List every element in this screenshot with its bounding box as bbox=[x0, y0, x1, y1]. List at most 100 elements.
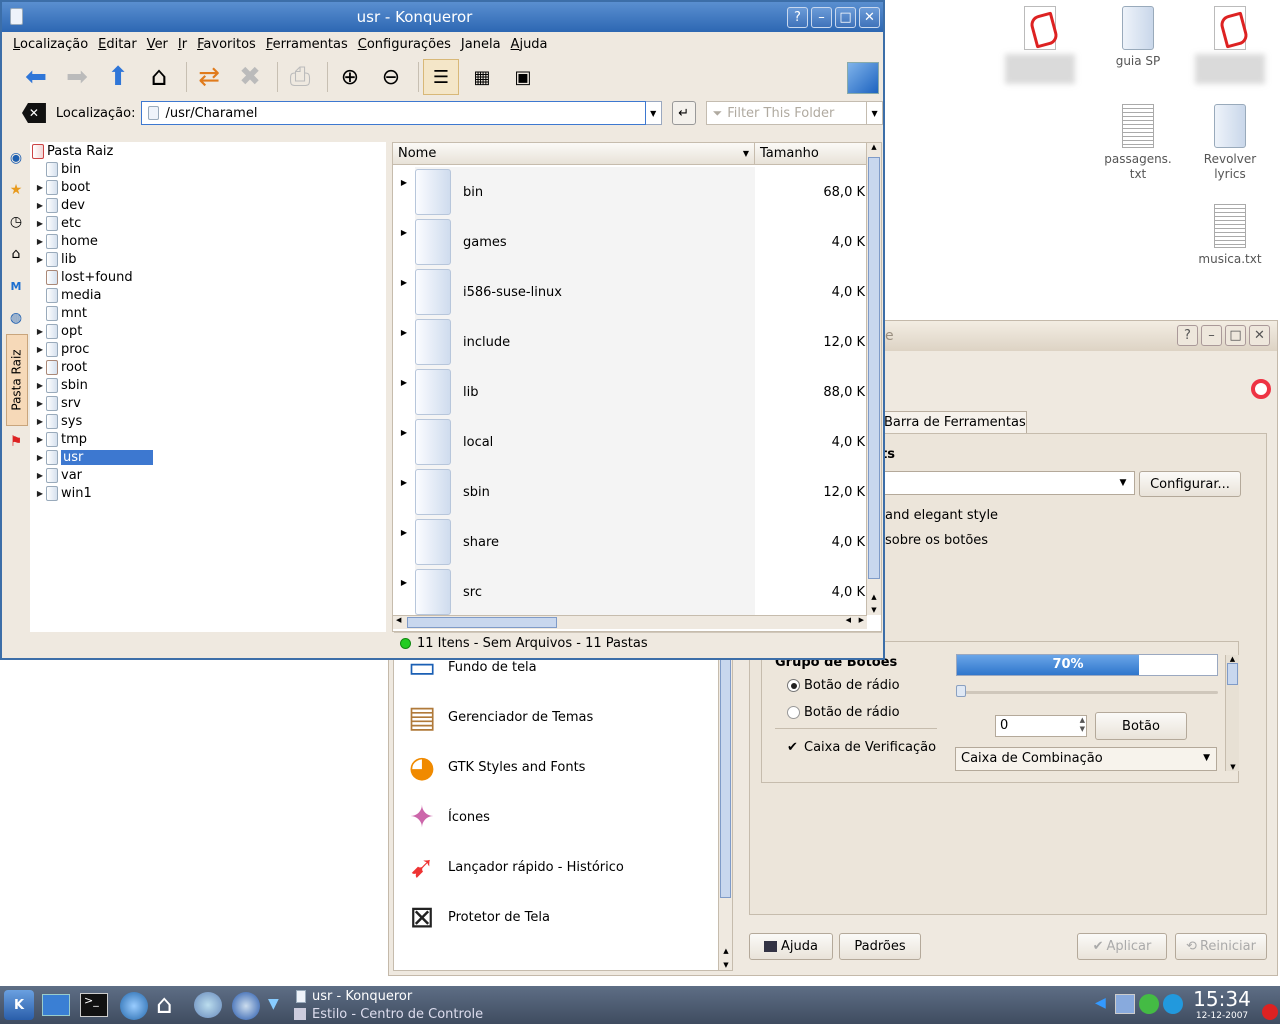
preview-radio-2[interactable]: Botão de rádio bbox=[787, 705, 900, 720]
tree-item-boot[interactable]: ▶ boot bbox=[34, 178, 386, 196]
expand-arrow-icon[interactable]: ▶ bbox=[34, 453, 46, 462]
expand-arrow-icon[interactable]: ▶ bbox=[393, 178, 415, 187]
module-item[interactable]: ▤ Gerenciador de Temas bbox=[394, 692, 732, 742]
tree-item-tmp[interactable]: ▶ tmp bbox=[34, 430, 386, 448]
scroll-down-icon[interactable]: ▼ bbox=[867, 606, 881, 614]
detailed-view-icon[interactable]: ☰ bbox=[423, 59, 459, 95]
module-list[interactable]: ▭ Fundo de tela ▤ Gerenciador de Temas ◕ GTK … bbox=[393, 650, 733, 971]
icon-view-icon[interactable]: ▦ bbox=[464, 59, 500, 95]
tree-item-proc[interactable]: ▶ proc bbox=[34, 340, 386, 358]
scroll-left-icon[interactable]: ◀ bbox=[396, 616, 401, 624]
sidebar-tab-media[interactable]: M bbox=[6, 270, 26, 302]
tree-item-opt[interactable]: ▶ opt bbox=[34, 322, 386, 340]
scroll-thumb[interactable] bbox=[1227, 663, 1238, 685]
scroll-down-icon[interactable]: ▼ bbox=[1226, 763, 1240, 771]
file-row[interactable]: ▶ share 4,0 K bbox=[393, 517, 867, 567]
zoom-in-icon[interactable]: ⊕ bbox=[332, 59, 368, 95]
tree-item-usr[interactable]: ▶ usr bbox=[34, 448, 386, 466]
menu-2[interactable]: Ver bbox=[147, 37, 168, 52]
file-row[interactable]: ▶ include 12,0 K bbox=[393, 317, 867, 367]
tree-item-lib[interactable]: ▶ lib bbox=[34, 250, 386, 268]
desktop-icon-2[interactable] bbox=[1190, 6, 1270, 84]
file-list[interactable]: Nome ▼ Tamanho ▶ bin 68,0 K ▶ games 4,0 K ▶ i58… bbox=[392, 142, 882, 632]
maximize-button[interactable]: □ bbox=[835, 6, 856, 28]
expand-arrow-icon[interactable]: ▶ bbox=[34, 201, 46, 210]
expand-arrow-icon[interactable]: ▶ bbox=[34, 489, 46, 498]
expand-arrow-icon[interactable]: ▶ bbox=[34, 435, 46, 444]
menu-6[interactable]: Configurações bbox=[358, 37, 451, 52]
expand-arrow-icon[interactable]: ▶ bbox=[34, 417, 46, 426]
filter-dropdown[interactable]: ▼ bbox=[867, 101, 884, 125]
location-history-dropdown[interactable]: ▼ bbox=[645, 101, 662, 125]
home-icon[interactable]: ⌂ bbox=[141, 59, 177, 95]
menu-4[interactable]: Favoritos bbox=[197, 37, 256, 52]
sidebar-tab-flag[interactable]: ⚑ bbox=[6, 426, 26, 458]
sidebar-tab-root[interactable]: Pasta Raiz bbox=[6, 334, 28, 426]
column-name[interactable]: Nome ▼ bbox=[393, 143, 755, 164]
up-arrow-icon[interactable]: ⬆ bbox=[100, 59, 136, 95]
location-input[interactable]: /usr/Charamel bbox=[141, 101, 646, 125]
tree-root[interactable]: Pasta Raiz bbox=[32, 142, 386, 160]
expand-arrow-icon[interactable]: ▶ bbox=[393, 278, 415, 287]
minimize-button[interactable]: – bbox=[1201, 325, 1222, 346]
module-item[interactable]: ➹ Lançador rápido - Histórico bbox=[394, 842, 732, 892]
tree-item-dev[interactable]: ▶ dev bbox=[34, 196, 386, 214]
preview-combo[interactable]: Caixa de Combinação ▼ bbox=[955, 747, 1217, 771]
desktop-icon-4[interactable]: Revolver lyrics bbox=[1190, 104, 1270, 182]
back-arrow-icon[interactable]: ⬅ bbox=[18, 59, 54, 95]
preview-spinbox[interactable]: 0 ▲ ▼ bbox=[995, 715, 1087, 737]
style-combo[interactable]: ▼ bbox=[881, 471, 1135, 495]
desktop-icon-0[interactable] bbox=[1000, 6, 1080, 84]
expand-arrow-icon[interactable]: ▶ bbox=[34, 471, 46, 480]
scroll-up-icon[interactable]: ▲ bbox=[719, 947, 733, 955]
module-list-scrollbar[interactable]: ▲ ▼ bbox=[718, 656, 732, 970]
tree-item-srv[interactable]: ▶ srv bbox=[34, 394, 386, 412]
menu-7[interactable]: Janela bbox=[461, 37, 501, 52]
menu-3[interactable]: Ir bbox=[178, 37, 187, 52]
reset-button[interactable]: ⟲ Reiniciar bbox=[1175, 933, 1267, 960]
sidebar-tab-home[interactable]: ⌂ bbox=[6, 238, 26, 270]
file-row[interactable]: ▶ sbin 12,0 K bbox=[393, 467, 867, 517]
help-button[interactable]: Ajuda bbox=[749, 933, 833, 960]
sidebar-tab-network[interactable]: ◍ bbox=[6, 302, 26, 334]
reload-icon[interactable]: ⇄ bbox=[191, 59, 227, 95]
expand-arrow-icon[interactable]: ▶ bbox=[34, 237, 46, 246]
scroll-up-icon[interactable]: ▲ bbox=[867, 143, 881, 151]
konqueror-titlebar[interactable]: usr - Konqueror ? – □ ✕ bbox=[2, 2, 883, 32]
menu-1[interactable]: Editar bbox=[98, 37, 137, 52]
expand-arrow-icon[interactable]: ▶ bbox=[393, 378, 415, 387]
minimize-button[interactable]: – bbox=[811, 6, 832, 28]
tree-item-bin[interactable]: bin bbox=[34, 160, 386, 178]
tray-arrow-icon[interactable]: ◀ bbox=[1095, 995, 1106, 1011]
preview-radio-1[interactable]: Botão de rádio bbox=[787, 678, 900, 693]
tray-update-icon[interactable] bbox=[1163, 994, 1183, 1014]
go-enter-icon[interactable]: ↵ bbox=[671, 101, 696, 125]
chat-icon[interactable] bbox=[194, 992, 222, 1018]
tree-item-lostfound[interactable]: lost+found bbox=[34, 268, 386, 286]
tab-toolbar[interactable]: Barra de Ferramentas bbox=[877, 411, 1027, 433]
kde-menu-icon[interactable]: K bbox=[4, 990, 34, 1020]
configure-button[interactable]: Configurar... bbox=[1139, 471, 1241, 497]
help-title-button[interactable]: ? bbox=[1177, 325, 1198, 346]
module-item[interactable]: ⊠ Protetor de Tela bbox=[394, 892, 732, 942]
sidebar-tab-favorites[interactable]: ★ bbox=[6, 174, 26, 206]
tree-item-etc[interactable]: ▶ etc bbox=[34, 214, 386, 232]
menu-0[interactable]: Localização bbox=[13, 37, 88, 52]
file-row[interactable]: ▶ games 4,0 K bbox=[393, 217, 867, 267]
spin-arrows-icon[interactable]: ▲ ▼ bbox=[1080, 716, 1085, 734]
scroll-left-icon[interactable]: ◀ bbox=[846, 616, 851, 624]
expand-arrow-icon[interactable]: ▶ bbox=[34, 255, 46, 264]
menu-8[interactable]: Ajuda bbox=[511, 37, 548, 52]
task-control-center[interactable]: Estilo - Centro de Controle bbox=[292, 1005, 692, 1023]
desktop-icon-5[interactable]: musica.txt bbox=[1190, 204, 1270, 267]
stop-icon[interactable]: ✖ bbox=[232, 59, 268, 95]
home-icon[interactable]: ⌂ bbox=[156, 990, 173, 1020]
task-konqueror[interactable]: usr - Konqueror bbox=[292, 987, 692, 1005]
file-row[interactable]: ▶ bin 68,0 K bbox=[393, 167, 867, 217]
h-scroll-thumb[interactable] bbox=[407, 617, 557, 628]
apply-button[interactable]: ✔ Aplicar bbox=[1077, 933, 1167, 960]
print-icon[interactable]: ⎙ bbox=[282, 59, 318, 95]
vertical-scrollbar[interactable]: ▲ ▲ ▼ bbox=[866, 143, 881, 615]
lifebuoy-icon[interactable] bbox=[1251, 379, 1271, 399]
scroll-down-icon[interactable]: ▼ bbox=[719, 961, 733, 969]
